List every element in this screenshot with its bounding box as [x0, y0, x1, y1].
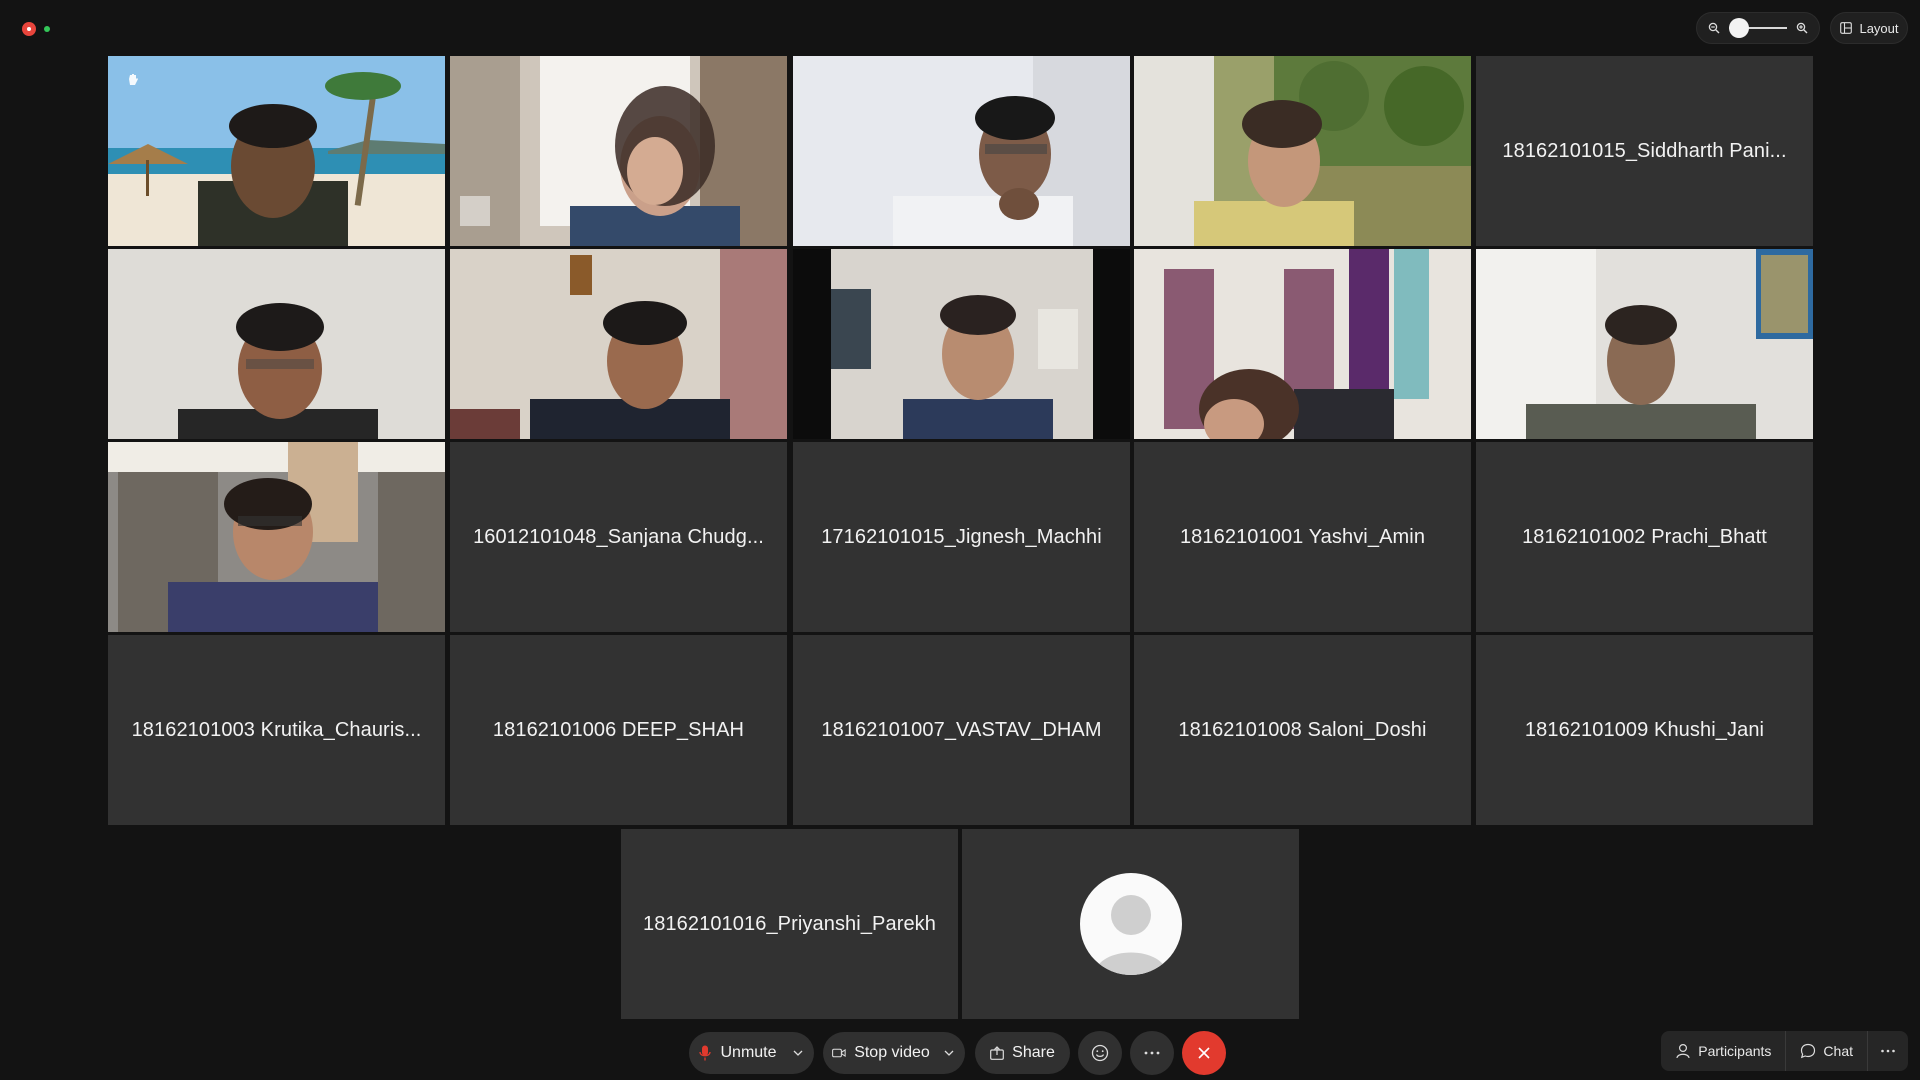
participant-video-tile[interactable]: [450, 56, 787, 246]
video-zoom-control: [1696, 12, 1820, 44]
participant-name: 16012101048_Sanjana Chudg...: [473, 525, 764, 548]
share-icon: [990, 1046, 1005, 1060]
chevron-down-icon[interactable]: [942, 1046, 956, 1060]
participant-name-tile[interactable]: 18162101003 Krutika_Chauris...: [108, 635, 445, 825]
participant-video-tile[interactable]: [108, 249, 445, 439]
participant-name: 18162101016_Priyanshi_Parekh: [642, 912, 937, 935]
smiley-icon: [1091, 1044, 1109, 1062]
participant-name: 18162101007_VASTAV_DHAM: [821, 718, 1102, 741]
participant-video-tile[interactable]: [450, 249, 787, 439]
participant-video-feed: [793, 56, 1130, 246]
person-icon: [1675, 1043, 1691, 1059]
recording-indicator-icon[interactable]: [22, 22, 36, 36]
participant-video-feed: [1134, 56, 1471, 246]
participant-name-tile[interactable]: 18162101007_VASTAV_DHAM: [793, 635, 1130, 825]
participant-name-tile[interactable]: 18162101016_Priyanshi_Parekh: [621, 829, 958, 1019]
participant-name: 18162101002 Prachi_Bhatt: [1522, 525, 1767, 548]
participant-name-tile[interactable]: 18162101008 Saloni_Doshi: [1134, 635, 1471, 825]
participant-video-tile[interactable]: [1134, 56, 1471, 246]
meeting-window: Layout 18162101015_Siddharth Pani... 160…: [0, 0, 1920, 1080]
participant-video-tile[interactable]: [108, 442, 445, 632]
share-label: Share: [1012, 1044, 1055, 1061]
more-options-button[interactable]: [1130, 1031, 1174, 1075]
participant-name-tile[interactable]: 17162101015_Jignesh_Machhi: [793, 442, 1130, 632]
connection-status-icon: [44, 26, 50, 32]
chat-bubble-icon: [1800, 1043, 1816, 1059]
participant-name: 17162101015_Jignesh_Machhi: [821, 525, 1102, 548]
participant-name: 18162101008 Saloni_Doshi: [1178, 718, 1427, 741]
participant-name-tile[interactable]: 18162101001 Yashvi_Amin: [1134, 442, 1471, 632]
participant-video-tile[interactable]: [1476, 249, 1813, 439]
participant-name: 18162101015_Siddharth Pani...: [1502, 139, 1787, 162]
participants-button[interactable]: Participants: [1661, 1031, 1785, 1071]
stop-video-button[interactable]: Stop video: [823, 1032, 965, 1074]
stop-video-label: Stop video: [854, 1044, 930, 1061]
participant-name: 18162101003 Krutika_Chauris...: [131, 718, 422, 741]
participant-name-tile[interactable]: 18162101002 Prachi_Bhatt: [1476, 442, 1813, 632]
video-camera-icon: [832, 1046, 846, 1060]
more-horizontal-icon: [1143, 1046, 1161, 1060]
participant-video-feed: [108, 56, 445, 246]
unmute-label: Unmute: [720, 1044, 777, 1061]
raised-hand-icon: [126, 72, 140, 91]
participant-video-feed: [1134, 249, 1471, 439]
participant-name: 18162101009 Khushi_Jani: [1524, 718, 1765, 741]
layout-button[interactable]: Layout: [1830, 12, 1908, 44]
participant-name-tile[interactable]: 18162101009 Khushi_Jani: [1476, 635, 1813, 825]
reactions-button[interactable]: [1078, 1031, 1122, 1075]
participant-video-feed: [108, 442, 445, 632]
microphone-muted-icon: [698, 1045, 712, 1061]
participant-video-tile[interactable]: [1134, 249, 1471, 439]
participant-video-feed: [450, 249, 787, 439]
participant-video-feed: [108, 249, 445, 439]
share-button[interactable]: Share: [975, 1032, 1070, 1074]
participant-video-feed: [1476, 249, 1813, 439]
zoom-slider-handle[interactable]: [1729, 18, 1749, 38]
chevron-down-icon[interactable]: [791, 1046, 805, 1060]
participant-name: 18162101001 Yashvi_Amin: [1179, 525, 1426, 548]
avatar: [1079, 873, 1182, 975]
zoom-out-icon[interactable]: [1707, 21, 1721, 35]
participant-name: 18162101006 DEEP_SHAH: [492, 718, 745, 741]
close-icon: [1197, 1046, 1211, 1060]
default-user-icon: [1093, 895, 1168, 975]
chat-label: Chat: [1823, 1043, 1853, 1059]
layout-grid-icon: [1839, 21, 1853, 35]
self-view-tile[interactable]: [962, 829, 1299, 1019]
participant-video-tile[interactable]: [793, 56, 1130, 246]
more-panels-button[interactable]: [1868, 1031, 1908, 1071]
leave-meeting-button[interactable]: [1182, 1031, 1226, 1075]
zoom-in-icon[interactable]: [1795, 21, 1809, 35]
participant-name-tile[interactable]: 18162101015_Siddharth Pani...: [1476, 56, 1813, 246]
panel-toggle-group: Participants Chat: [1661, 1031, 1908, 1071]
participant-video-feed: [450, 56, 787, 246]
participant-video-tile[interactable]: [793, 249, 1130, 439]
unmute-button[interactable]: Unmute: [689, 1032, 814, 1074]
chat-button[interactable]: Chat: [1786, 1031, 1867, 1071]
zoom-slider[interactable]: [1729, 18, 1787, 38]
more-horizontal-icon: [1880, 1044, 1896, 1058]
participant-video-feed: [793, 249, 1130, 439]
participant-name-tile[interactable]: 16012101048_Sanjana Chudg...: [450, 442, 787, 632]
participant-video-tile[interactable]: [108, 56, 445, 246]
participants-label: Participants: [1698, 1043, 1772, 1059]
layout-label: Layout: [1859, 20, 1899, 36]
participant-name-tile[interactable]: 18162101006 DEEP_SHAH: [450, 635, 787, 825]
